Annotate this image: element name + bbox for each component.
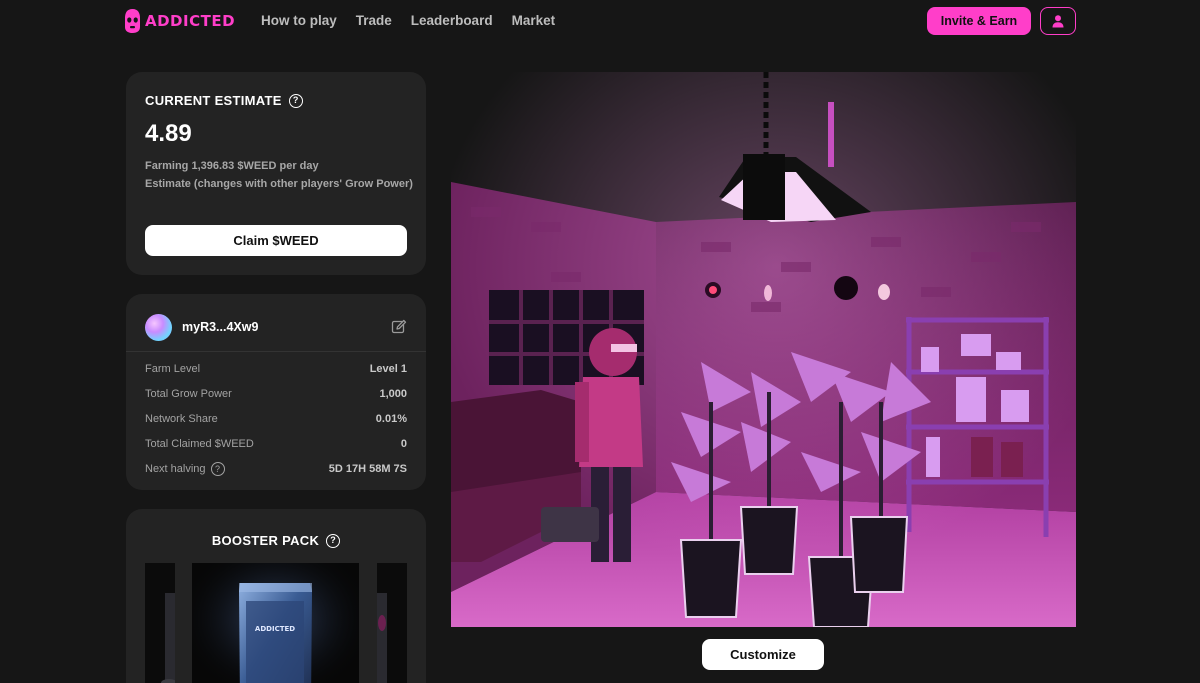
help-icon[interactable]: ? — [210, 461, 225, 476]
grow-room-scene[interactable] — [451, 72, 1076, 628]
stat-value: 5D 17H 58M 7S — [328, 462, 407, 475]
brand-name: ADDICTED — [145, 12, 236, 30]
pack-image — [377, 593, 387, 683]
estimate-heading: CURRENT ESTIMATE ? — [145, 93, 303, 108]
nav-link-leaderboard[interactable]: Leaderboard — [411, 13, 493, 28]
booster-title: BOOSTER PACK — [211, 533, 320, 548]
nav-link-how-to-play[interactable]: How to play — [261, 13, 337, 28]
stat-row-grow-power: Total Grow Power 1,000 — [145, 381, 407, 406]
current-estimate-card: CURRENT ESTIMATE ? 4.89 Farming 1,396.83… — [126, 72, 426, 275]
help-icon[interactable]: ? — [288, 93, 303, 108]
stat-row-total-claimed: Total Claimed $WEED 0 — [145, 431, 407, 456]
stat-value: 0.01% — [375, 412, 407, 425]
estimate-note-text: Estimate (changes with other players' Gr… — [145, 178, 413, 190]
stat-row-network-share: Network Share 0.01% — [145, 406, 407, 431]
estimate-title: CURRENT ESTIMATE — [145, 93, 282, 108]
booster-pack-carousel-item[interactable]: ADDICTED — [192, 563, 359, 683]
stat-value: Level 1 — [369, 362, 407, 375]
stat-row-next-halving: Next halving ? 5D 17H 58M 7S — [145, 456, 407, 481]
edit-icon[interactable] — [391, 319, 407, 335]
stat-label-next-halving: Next halving ? — [145, 461, 225, 476]
farm-stats-card: myR3...4Xw9 Farm Level Level 1 Total Gro… — [126, 294, 426, 490]
skull-mask-icon — [125, 9, 140, 33]
booster-heading: BOOSTER PACK ? — [126, 533, 426, 548]
stat-value: 0 — [400, 437, 407, 450]
pack-image — [161, 593, 177, 683]
pack-label: ADDICTED — [255, 625, 295, 633]
stat-label: Total Grow Power — [145, 387, 232, 400]
stat-label: Total Claimed $WEED — [145, 437, 254, 450]
stats-list: Farm Level Level 1 Total Grow Power 1,00… — [145, 356, 407, 481]
claim-weed-button[interactable]: Claim $WEED — [145, 225, 407, 256]
nav-link-market[interactable]: Market — [512, 13, 556, 28]
stat-row-farm-level: Farm Level Level 1 — [145, 356, 407, 381]
pack-preview-right[interactable] — [377, 563, 407, 683]
booster-pack-image: ADDICTED — [192, 563, 359, 683]
farming-rate-text: Farming 1,396.83 $WEED per day — [145, 160, 319, 172]
user-account-button[interactable] — [1040, 7, 1076, 35]
stat-label: Network Share — [145, 412, 218, 425]
invite-earn-button[interactable]: Invite & Earn — [927, 7, 1031, 35]
pack-preview-left[interactable] — [145, 563, 177, 683]
customize-button[interactable]: Customize — [702, 639, 824, 670]
booster-pack-card: BOOSTER PACK ? ADDICTED — [126, 509, 426, 683]
stat-label: Next halving — [145, 462, 206, 475]
wallet-address: myR3...4Xw9 — [182, 320, 259, 334]
user-icon — [1052, 15, 1064, 28]
estimate-description: Farming 1,396.83 $WEED per day Estimate … — [145, 157, 415, 193]
stat-value: 1,000 — [379, 387, 407, 400]
divider — [126, 351, 426, 352]
brand-logo[interactable]: ADDICTED — [124, 8, 235, 34]
help-icon[interactable]: ? — [326, 533, 341, 548]
grow-room-illustration — [451, 72, 1076, 628]
estimate-value: 4.89 — [145, 120, 192, 147]
avatar — [145, 313, 172, 341]
wallet-row: myR3...4Xw9 — [145, 313, 407, 341]
stat-label: Farm Level — [145, 362, 201, 375]
nav-link-trade[interactable]: Trade — [356, 13, 392, 28]
top-nav: ADDICTED How to play Trade Leaderboard M… — [0, 0, 1200, 42]
